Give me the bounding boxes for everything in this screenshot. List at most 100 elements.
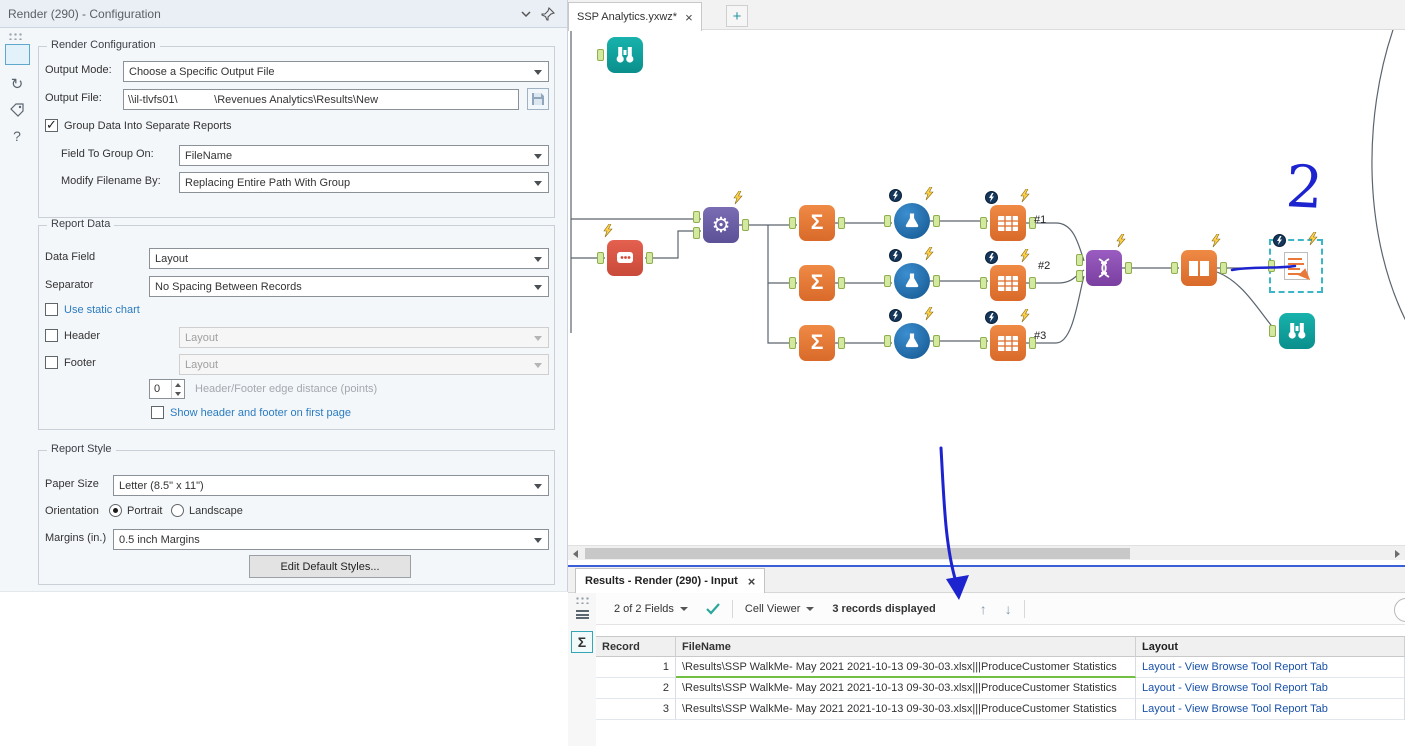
save-output-file-button[interactable]: [527, 88, 549, 110]
output-anchor[interactable]: [1125, 262, 1132, 274]
input-anchor[interactable]: [1269, 325, 1276, 337]
layout-column-header[interactable]: Layout: [1136, 636, 1405, 657]
input-anchor-2[interactable]: [1076, 270, 1083, 282]
run-command-tool[interactable]: ⚙: [693, 190, 749, 243]
connections-list-icon[interactable]: [571, 603, 593, 625]
pin-icon[interactable]: [537, 3, 559, 25]
edge-distance-stepper[interactable]: 0: [149, 379, 185, 399]
show-header-footer-checkbox[interactable]: [151, 406, 164, 419]
panel-grip-handle[interactable]: [8, 32, 22, 40]
help-icon[interactable]: ?: [5, 124, 29, 148]
field-to-group-select[interactable]: FileName: [179, 145, 549, 166]
record-cell[interactable]: 2: [596, 678, 676, 699]
input-anchor[interactable]: [980, 277, 987, 289]
report-tool-3[interactable]: [884, 306, 940, 359]
input-anchor[interactable]: [884, 335, 891, 347]
stepper-down-icon[interactable]: [175, 391, 181, 396]
output-anchor[interactable]: [933, 275, 940, 287]
stepper-up-icon[interactable]: [175, 382, 181, 387]
modify-filename-select[interactable]: Replacing Entire Path With Group: [179, 172, 549, 193]
input-anchor[interactable]: [789, 217, 796, 229]
new-workflow-tab-button[interactable]: +: [726, 5, 748, 27]
input-anchor-1[interactable]: [693, 211, 700, 223]
input-anchor[interactable]: [980, 217, 987, 229]
output-anchor[interactable]: [838, 277, 845, 289]
table-row[interactable]: 2 \Results\SSP WalkMe- May 2021 2021-10-…: [596, 678, 1405, 699]
use-static-chart-checkbox[interactable]: [45, 303, 58, 316]
horizontal-scrollbar[interactable]: [568, 545, 1405, 560]
table-tool-1[interactable]: [980, 188, 1036, 241]
chevron-down-icon[interactable]: [515, 3, 537, 25]
close-tab-icon[interactable]: ×: [748, 575, 756, 588]
landscape-radio[interactable]: [171, 504, 184, 517]
scroll-left-icon[interactable]: [573, 550, 578, 558]
browse-tool-bottom[interactable]: [1269, 313, 1315, 349]
report-tool-2[interactable]: [884, 246, 940, 299]
filename-cell[interactable]: \Results\SSP WalkMe- May 2021 2021-10-13…: [676, 678, 1136, 699]
configuration-tab-icon[interactable]: [5, 44, 30, 65]
record-cell[interactable]: 1: [596, 657, 676, 678]
browse-tool-top[interactable]: [597, 37, 643, 73]
output-anchor[interactable]: [933, 335, 940, 347]
record-cell[interactable]: 3: [596, 699, 676, 720]
footer-select[interactable]: Layout: [179, 354, 549, 375]
table-tool-2[interactable]: [980, 248, 1036, 301]
summarize-tool-1[interactable]: Σ: [789, 205, 845, 241]
paper-size-select[interactable]: Letter (8.5" x 11"): [113, 475, 549, 496]
filename-cell[interactable]: \Results\SSP WalkMe- May 2021 2021-10-13…: [676, 699, 1136, 720]
separator-select[interactable]: No Spacing Between Records: [149, 276, 549, 297]
results-tab[interactable]: Results - Render (290) - Input ×: [575, 568, 766, 593]
scroll-up-button[interactable]: ↑: [974, 601, 993, 617]
close-tab-icon[interactable]: ×: [685, 11, 693, 24]
input-anchor[interactable]: [1171, 262, 1178, 274]
table-row[interactable]: 1 \Results\SSP WalkMe- May 2021 2021-10-…: [596, 657, 1405, 678]
input-anchor[interactable]: [884, 215, 891, 227]
workflow-canvas[interactable]: ⚙ Σ Σ Σ #1 #2 #3: [568, 30, 1405, 545]
output-anchor[interactable]: [1220, 262, 1227, 274]
header-checkbox[interactable]: [45, 329, 58, 342]
output-file-input[interactable]: [123, 89, 519, 110]
layout-tool[interactable]: [1171, 233, 1227, 286]
workflow-refresh-icon[interactable]: ↻: [5, 72, 29, 96]
input-anchor[interactable]: [597, 49, 604, 61]
input-anchor[interactable]: [1268, 260, 1275, 272]
margins-select[interactable]: 0.5 inch Margins: [113, 529, 549, 550]
scroll-right-icon[interactable]: [1395, 550, 1400, 558]
header-select[interactable]: Layout: [179, 327, 549, 348]
output-anchor[interactable]: [933, 215, 940, 227]
layout-cell[interactable]: Layout - View Browse Tool Report Tab: [1136, 678, 1405, 699]
filename-column-header[interactable]: FileName: [676, 636, 1136, 657]
tag-icon[interactable]: [5, 98, 29, 122]
group-reports-checkbox[interactable]: [45, 117, 58, 133]
layout-cell[interactable]: Layout - View Browse Tool Report Tab: [1136, 657, 1405, 678]
output-anchor[interactable]: [1029, 277, 1036, 289]
summarize-tool-2[interactable]: Σ: [789, 265, 845, 301]
apply-fields-button[interactable]: [700, 600, 726, 618]
input-anchor[interactable]: [884, 275, 891, 287]
input-anchor[interactable]: [980, 337, 987, 349]
stepper-buttons[interactable]: [171, 380, 184, 398]
scrollbar-thumb[interactable]: [585, 548, 1130, 559]
layout-cell[interactable]: Layout - View Browse Tool Report Tab: [1136, 699, 1405, 720]
filename-cell[interactable]: \Results\SSP WalkMe- May 2021 2021-10-13…: [676, 657, 1136, 678]
output-anchor[interactable]: [742, 219, 749, 231]
output-anchor[interactable]: [838, 337, 845, 349]
record-column-header[interactable]: Record: [596, 636, 676, 657]
scroll-down-button[interactable]: ↓: [999, 601, 1018, 617]
table-row[interactable]: 3 \Results\SSP WalkMe- May 2021 2021-10-…: [596, 699, 1405, 720]
input-anchor-2[interactable]: [693, 227, 700, 239]
input-anchor-1[interactable]: [1076, 254, 1083, 266]
data-field-select[interactable]: Layout: [149, 248, 549, 269]
output-anchor[interactable]: [838, 217, 845, 229]
union-tool[interactable]: [1076, 233, 1132, 286]
input-anchor-sigma-button[interactable]: Σ: [571, 631, 593, 653]
search-button-partial[interactable]: [1394, 598, 1405, 622]
fields-dropdown[interactable]: 2 of 2 Fields: [608, 600, 694, 618]
report-tool-1[interactable]: [884, 186, 940, 239]
macro-input-tool[interactable]: [597, 223, 653, 276]
output-anchor[interactable]: [646, 252, 653, 264]
edit-default-styles-button[interactable]: Edit Default Styles...: [249, 555, 411, 578]
input-anchor[interactable]: [789, 337, 796, 349]
output-mode-select[interactable]: Choose a Specific Output File: [123, 61, 549, 82]
summarize-tool-3[interactable]: Σ: [789, 325, 845, 361]
